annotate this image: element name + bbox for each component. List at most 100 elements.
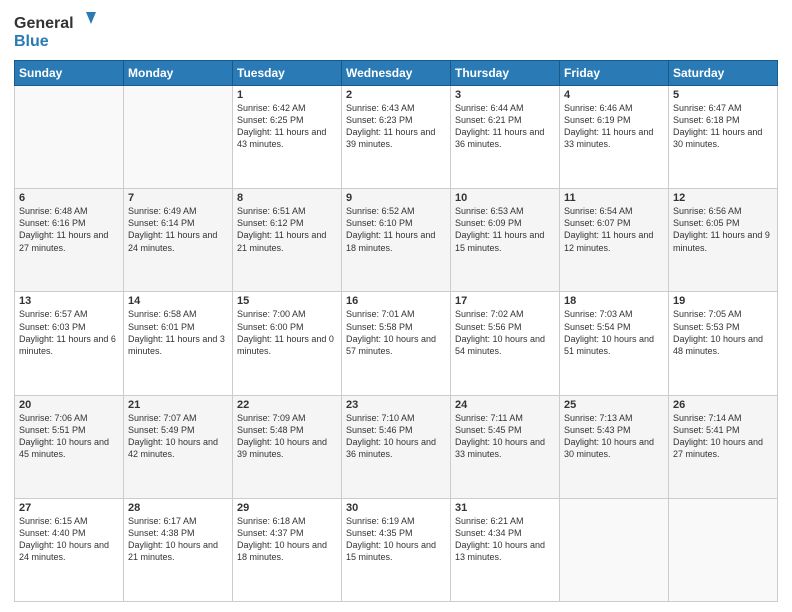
- day-number: 21: [128, 399, 228, 411]
- day-info: Sunrise: 6:58 AM Sunset: 6:01 PM Dayligh…: [128, 308, 228, 357]
- calendar-cell: 19Sunrise: 7:05 AM Sunset: 5:53 PM Dayli…: [669, 292, 778, 395]
- day-info: Sunrise: 6:15 AM Sunset: 4:40 PM Dayligh…: [19, 515, 119, 564]
- calendar-cell: 18Sunrise: 7:03 AM Sunset: 5:54 PM Dayli…: [560, 292, 669, 395]
- day-number: 23: [346, 399, 446, 411]
- weekday-header-sunday: Sunday: [15, 61, 124, 86]
- calendar-table: SundayMondayTuesdayWednesdayThursdayFrid…: [14, 60, 778, 602]
- day-number: 1: [237, 89, 337, 101]
- day-number: 3: [455, 89, 555, 101]
- calendar-cell: 4Sunrise: 6:46 AM Sunset: 6:19 PM Daylig…: [560, 86, 669, 189]
- day-number: 11: [564, 192, 664, 204]
- calendar-cell: 1Sunrise: 6:42 AM Sunset: 6:25 PM Daylig…: [233, 86, 342, 189]
- day-number: 8: [237, 192, 337, 204]
- week-row-5: 27Sunrise: 6:15 AM Sunset: 4:40 PM Dayli…: [15, 498, 778, 601]
- day-info: Sunrise: 7:13 AM Sunset: 5:43 PM Dayligh…: [564, 412, 664, 461]
- calendar-cell: 22Sunrise: 7:09 AM Sunset: 5:48 PM Dayli…: [233, 395, 342, 498]
- day-info: Sunrise: 6:43 AM Sunset: 6:23 PM Dayligh…: [346, 102, 446, 151]
- day-number: 22: [237, 399, 337, 411]
- day-number: 19: [673, 295, 773, 307]
- week-row-3: 13Sunrise: 6:57 AM Sunset: 6:03 PM Dayli…: [15, 292, 778, 395]
- calendar-cell: 7Sunrise: 6:49 AM Sunset: 6:14 PM Daylig…: [124, 189, 233, 292]
- day-info: Sunrise: 7:14 AM Sunset: 5:41 PM Dayligh…: [673, 412, 773, 461]
- header: General Blue: [14, 10, 778, 54]
- day-info: Sunrise: 7:01 AM Sunset: 5:58 PM Dayligh…: [346, 308, 446, 357]
- calendar-cell: [124, 86, 233, 189]
- day-info: Sunrise: 6:48 AM Sunset: 6:16 PM Dayligh…: [19, 205, 119, 254]
- day-info: Sunrise: 6:44 AM Sunset: 6:21 PM Dayligh…: [455, 102, 555, 151]
- calendar-cell: 31Sunrise: 6:21 AM Sunset: 4:34 PM Dayli…: [451, 498, 560, 601]
- day-info: Sunrise: 6:21 AM Sunset: 4:34 PM Dayligh…: [455, 515, 555, 564]
- day-info: Sunrise: 6:52 AM Sunset: 6:10 PM Dayligh…: [346, 205, 446, 254]
- day-info: Sunrise: 6:19 AM Sunset: 4:35 PM Dayligh…: [346, 515, 446, 564]
- day-info: Sunrise: 6:54 AM Sunset: 6:07 PM Dayligh…: [564, 205, 664, 254]
- week-row-2: 6Sunrise: 6:48 AM Sunset: 6:16 PM Daylig…: [15, 189, 778, 292]
- calendar-cell: 30Sunrise: 6:19 AM Sunset: 4:35 PM Dayli…: [342, 498, 451, 601]
- day-number: 4: [564, 89, 664, 101]
- calendar-cell: 5Sunrise: 6:47 AM Sunset: 6:18 PM Daylig…: [669, 86, 778, 189]
- calendar-cell: 8Sunrise: 6:51 AM Sunset: 6:12 PM Daylig…: [233, 189, 342, 292]
- day-info: Sunrise: 6:47 AM Sunset: 6:18 PM Dayligh…: [673, 102, 773, 151]
- day-number: 28: [128, 502, 228, 514]
- calendar-cell: 17Sunrise: 7:02 AM Sunset: 5:56 PM Dayli…: [451, 292, 560, 395]
- calendar-cell: 20Sunrise: 7:06 AM Sunset: 5:51 PM Dayli…: [15, 395, 124, 498]
- day-number: 10: [455, 192, 555, 204]
- calendar-cell: 16Sunrise: 7:01 AM Sunset: 5:58 PM Dayli…: [342, 292, 451, 395]
- week-row-1: 1Sunrise: 6:42 AM Sunset: 6:25 PM Daylig…: [15, 86, 778, 189]
- day-info: Sunrise: 6:17 AM Sunset: 4:38 PM Dayligh…: [128, 515, 228, 564]
- day-info: Sunrise: 6:53 AM Sunset: 6:09 PM Dayligh…: [455, 205, 555, 254]
- day-number: 9: [346, 192, 446, 204]
- day-info: Sunrise: 6:57 AM Sunset: 6:03 PM Dayligh…: [19, 308, 119, 357]
- day-number: 5: [673, 89, 773, 101]
- day-number: 14: [128, 295, 228, 307]
- day-info: Sunrise: 6:56 AM Sunset: 6:05 PM Dayligh…: [673, 205, 773, 254]
- day-number: 18: [564, 295, 664, 307]
- calendar-cell: 6Sunrise: 6:48 AM Sunset: 6:16 PM Daylig…: [15, 189, 124, 292]
- day-number: 12: [673, 192, 773, 204]
- weekday-header-wednesday: Wednesday: [342, 61, 451, 86]
- day-number: 6: [19, 192, 119, 204]
- weekday-header-row: SundayMondayTuesdayWednesdayThursdayFrid…: [15, 61, 778, 86]
- weekday-header-monday: Monday: [124, 61, 233, 86]
- calendar-cell: 10Sunrise: 6:53 AM Sunset: 6:09 PM Dayli…: [451, 189, 560, 292]
- weekday-header-friday: Friday: [560, 61, 669, 86]
- calendar-cell: 3Sunrise: 6:44 AM Sunset: 6:21 PM Daylig…: [451, 86, 560, 189]
- calendar-cell: 15Sunrise: 7:00 AM Sunset: 6:00 PM Dayli…: [233, 292, 342, 395]
- calendar-cell: 2Sunrise: 6:43 AM Sunset: 6:23 PM Daylig…: [342, 86, 451, 189]
- day-number: 17: [455, 295, 555, 307]
- calendar-cell: 14Sunrise: 6:58 AM Sunset: 6:01 PM Dayli…: [124, 292, 233, 395]
- day-number: 26: [673, 399, 773, 411]
- day-info: Sunrise: 7:02 AM Sunset: 5:56 PM Dayligh…: [455, 308, 555, 357]
- day-info: Sunrise: 7:03 AM Sunset: 5:54 PM Dayligh…: [564, 308, 664, 357]
- day-info: Sunrise: 6:46 AM Sunset: 6:19 PM Dayligh…: [564, 102, 664, 151]
- calendar-cell: 24Sunrise: 7:11 AM Sunset: 5:45 PM Dayli…: [451, 395, 560, 498]
- day-info: Sunrise: 7:10 AM Sunset: 5:46 PM Dayligh…: [346, 412, 446, 461]
- calendar-cell: 27Sunrise: 6:15 AM Sunset: 4:40 PM Dayli…: [15, 498, 124, 601]
- calendar-cell: 12Sunrise: 6:56 AM Sunset: 6:05 PM Dayli…: [669, 189, 778, 292]
- day-number: 13: [19, 295, 119, 307]
- calendar-cell: 29Sunrise: 6:18 AM Sunset: 4:37 PM Dayli…: [233, 498, 342, 601]
- svg-text:General: General: [14, 15, 74, 32]
- calendar-cell: [560, 498, 669, 601]
- day-number: 25: [564, 399, 664, 411]
- day-info: Sunrise: 7:05 AM Sunset: 5:53 PM Dayligh…: [673, 308, 773, 357]
- day-info: Sunrise: 6:51 AM Sunset: 6:12 PM Dayligh…: [237, 205, 337, 254]
- calendar-cell: [669, 498, 778, 601]
- week-row-4: 20Sunrise: 7:06 AM Sunset: 5:51 PM Dayli…: [15, 395, 778, 498]
- day-number: 2: [346, 89, 446, 101]
- day-info: Sunrise: 7:06 AM Sunset: 5:51 PM Dayligh…: [19, 412, 119, 461]
- weekday-header-saturday: Saturday: [669, 61, 778, 86]
- calendar-cell: 13Sunrise: 6:57 AM Sunset: 6:03 PM Dayli…: [15, 292, 124, 395]
- day-number: 7: [128, 192, 228, 204]
- day-info: Sunrise: 7:11 AM Sunset: 5:45 PM Dayligh…: [455, 412, 555, 461]
- logo-svg: General Blue: [14, 10, 104, 54]
- day-number: 29: [237, 502, 337, 514]
- calendar-cell: 28Sunrise: 6:17 AM Sunset: 4:38 PM Dayli…: [124, 498, 233, 601]
- day-info: Sunrise: 7:07 AM Sunset: 5:49 PM Dayligh…: [128, 412, 228, 461]
- day-number: 16: [346, 295, 446, 307]
- day-number: 20: [19, 399, 119, 411]
- day-info: Sunrise: 7:09 AM Sunset: 5:48 PM Dayligh…: [237, 412, 337, 461]
- page: General Blue SundayMondayTuesdayWednesda…: [0, 0, 792, 612]
- calendar-cell: 9Sunrise: 6:52 AM Sunset: 6:10 PM Daylig…: [342, 189, 451, 292]
- weekday-header-tuesday: Tuesday: [233, 61, 342, 86]
- day-number: 30: [346, 502, 446, 514]
